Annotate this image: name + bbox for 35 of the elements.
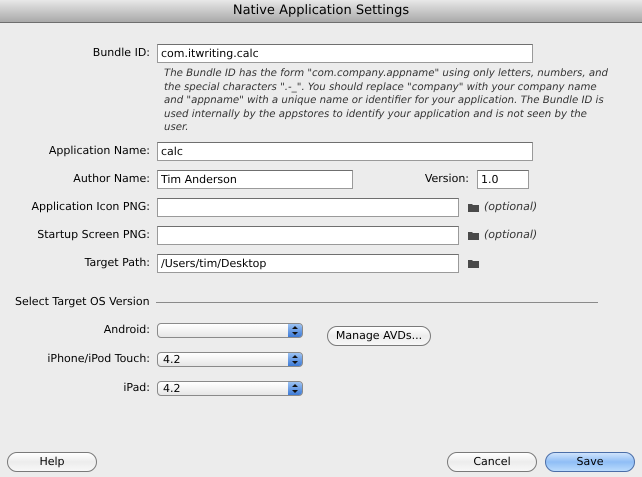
stepper-arrows-icon	[292, 354, 298, 364]
version-dropdown[interactable]: 4.2	[157, 352, 303, 367]
folder-icon[interactable]	[468, 202, 479, 212]
author-name-field[interactable]: Tim Anderson	[157, 170, 353, 189]
field-label: Android:	[104, 322, 150, 338]
bundle-id-description: The Bundle ID has the form "com.company.appname" using only letters, numbers, and the special characters ".-_". You should replace "company" with your company name and "appname" with a unique name or identifier for your application. The Bundle ID is used internally by the appstores to identify your application and is not seen by the user.	[164, 67, 610, 135]
field-label: Author Name:	[73, 171, 150, 188]
path-field[interactable]	[157, 198, 459, 217]
application-name-field[interactable]: calc	[157, 142, 533, 161]
field-label: Version:	[424, 171, 469, 188]
field-label: Target Path:	[84, 255, 150, 272]
path-field[interactable]: /Users/tim/Desktop	[157, 254, 459, 273]
optional-note: (optional)	[484, 199, 538, 216]
stepper-arrows-icon	[292, 326, 298, 335]
version-dropdown[interactable]: 4.2	[157, 380, 303, 396]
folder-icon[interactable]	[468, 230, 479, 240]
field-label: Bundle ID:	[92, 45, 150, 62]
dialog-button[interactable]: Manage AVDs...	[327, 326, 431, 346]
version-dropdown[interactable]	[157, 322, 303, 338]
section-heading: Select Target OS Version	[15, 294, 150, 310]
field-label: Startup Screen PNG:	[37, 227, 150, 244]
field-label: Application Name:	[48, 143, 150, 160]
field-label: Application Icon PNG:	[31, 199, 150, 216]
folder-icon[interactable]	[468, 258, 479, 268]
field-label: iPhone/iPod Touch:	[47, 351, 150, 368]
field-label: iPad:	[123, 380, 150, 396]
optional-note: (optional)	[484, 227, 538, 244]
version-field[interactable]: 1.0	[477, 170, 529, 189]
stepper-arrows-icon	[292, 384, 298, 393]
dialog-button[interactable]: Save	[545, 452, 635, 472]
path-field[interactable]	[157, 226, 459, 245]
dialog-button[interactable]: Cancel	[447, 452, 537, 472]
window-title: Native Application Settings	[232, 2, 410, 20]
bundle-id-field[interactable]: com.itwriting.calc	[157, 44, 533, 63]
dialog-button[interactable]: Help	[7, 452, 97, 472]
